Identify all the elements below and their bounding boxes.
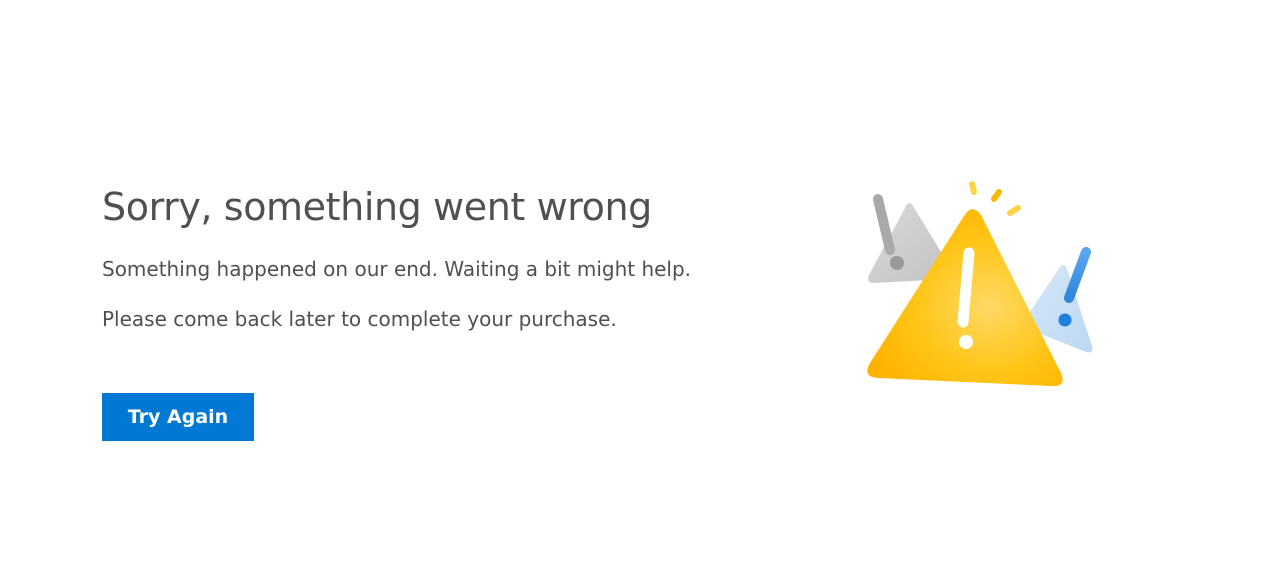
warning-icon — [867, 181, 1093, 387]
error-instruction: Please come back later to complete your … — [102, 307, 617, 331]
error-message: Something happened on our end. Waiting a… — [102, 257, 692, 281]
error-title: Sorry, something went wrong — [102, 185, 652, 229]
warning-illustration — [860, 170, 1110, 400]
alert-rays — [969, 181, 1021, 216]
error-content: Sorry, something went wrong Something ha… — [102, 180, 802, 441]
try-again-button[interactable]: Try Again — [102, 393, 254, 441]
